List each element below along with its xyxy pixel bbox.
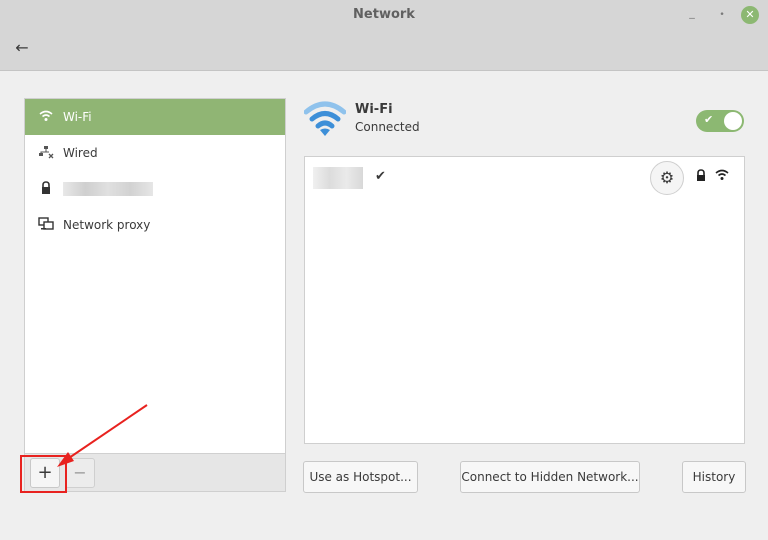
network-row[interactable]: ✔ ⚙ xyxy=(305,157,744,201)
sidebar-item-label: Wired xyxy=(63,146,98,160)
back-button[interactable]: ← xyxy=(10,38,34,60)
close-button[interactable]: ✕ xyxy=(741,6,759,24)
network-list: ✔ ⚙ xyxy=(304,156,745,444)
wifi-title: Wi-Fi xyxy=(355,102,393,117)
gear-icon: ⚙ xyxy=(659,168,675,187)
title-bar: Network _ • ✕ xyxy=(0,0,768,30)
connected-check-icon: ✔ xyxy=(375,169,386,184)
redacted-network-name xyxy=(313,167,363,189)
wifi-large-icon xyxy=(304,101,346,136)
close-icon: ✕ xyxy=(745,8,755,21)
check-icon: ✔ xyxy=(704,113,714,126)
remove-connection-button[interactable]: − xyxy=(65,458,95,488)
sidebar-item-vpn[interactable] xyxy=(25,171,285,207)
sidebar-item-label: Network proxy xyxy=(63,218,151,232)
wired-icon xyxy=(37,145,55,162)
header-bar: ← xyxy=(0,30,768,71)
sidebar-item-label: Wi-Fi xyxy=(63,110,92,124)
history-button[interactable]: History xyxy=(682,461,746,493)
back-arrow-icon: ← xyxy=(15,38,29,57)
sidebar: Wi-Fi Wired Network proxy + − xyxy=(24,98,286,492)
annotation-highlight-box xyxy=(20,455,67,493)
toggle-knob xyxy=(724,112,742,130)
wifi-header: Wi-Fi Connected ✔ xyxy=(304,100,746,140)
vpn-lock-icon xyxy=(37,180,55,198)
wifi-icon xyxy=(37,110,55,125)
proxy-icon xyxy=(37,216,55,234)
signal-strength-icon xyxy=(715,169,729,184)
sidebar-item-wired[interactable]: Wired xyxy=(25,135,285,171)
use-as-hotspot-button[interactable]: Use as Hotspot... xyxy=(303,461,418,493)
maximize-button[interactable]: • xyxy=(713,6,731,24)
redacted-connection-name xyxy=(63,182,153,196)
wifi-toggle[interactable]: ✔ xyxy=(696,110,744,132)
sidebar-item-network-proxy[interactable]: Network proxy xyxy=(25,207,285,243)
network-settings-button[interactable]: ⚙ xyxy=(650,161,684,195)
connect-hidden-network-button[interactable]: Connect to Hidden Network... xyxy=(460,461,640,493)
lock-icon xyxy=(695,169,707,185)
wifi-status: Connected xyxy=(355,120,420,134)
window-title: Network xyxy=(353,7,415,22)
sidebar-item-wifi[interactable]: Wi-Fi xyxy=(25,99,285,135)
minimize-button[interactable]: _ xyxy=(683,4,701,22)
